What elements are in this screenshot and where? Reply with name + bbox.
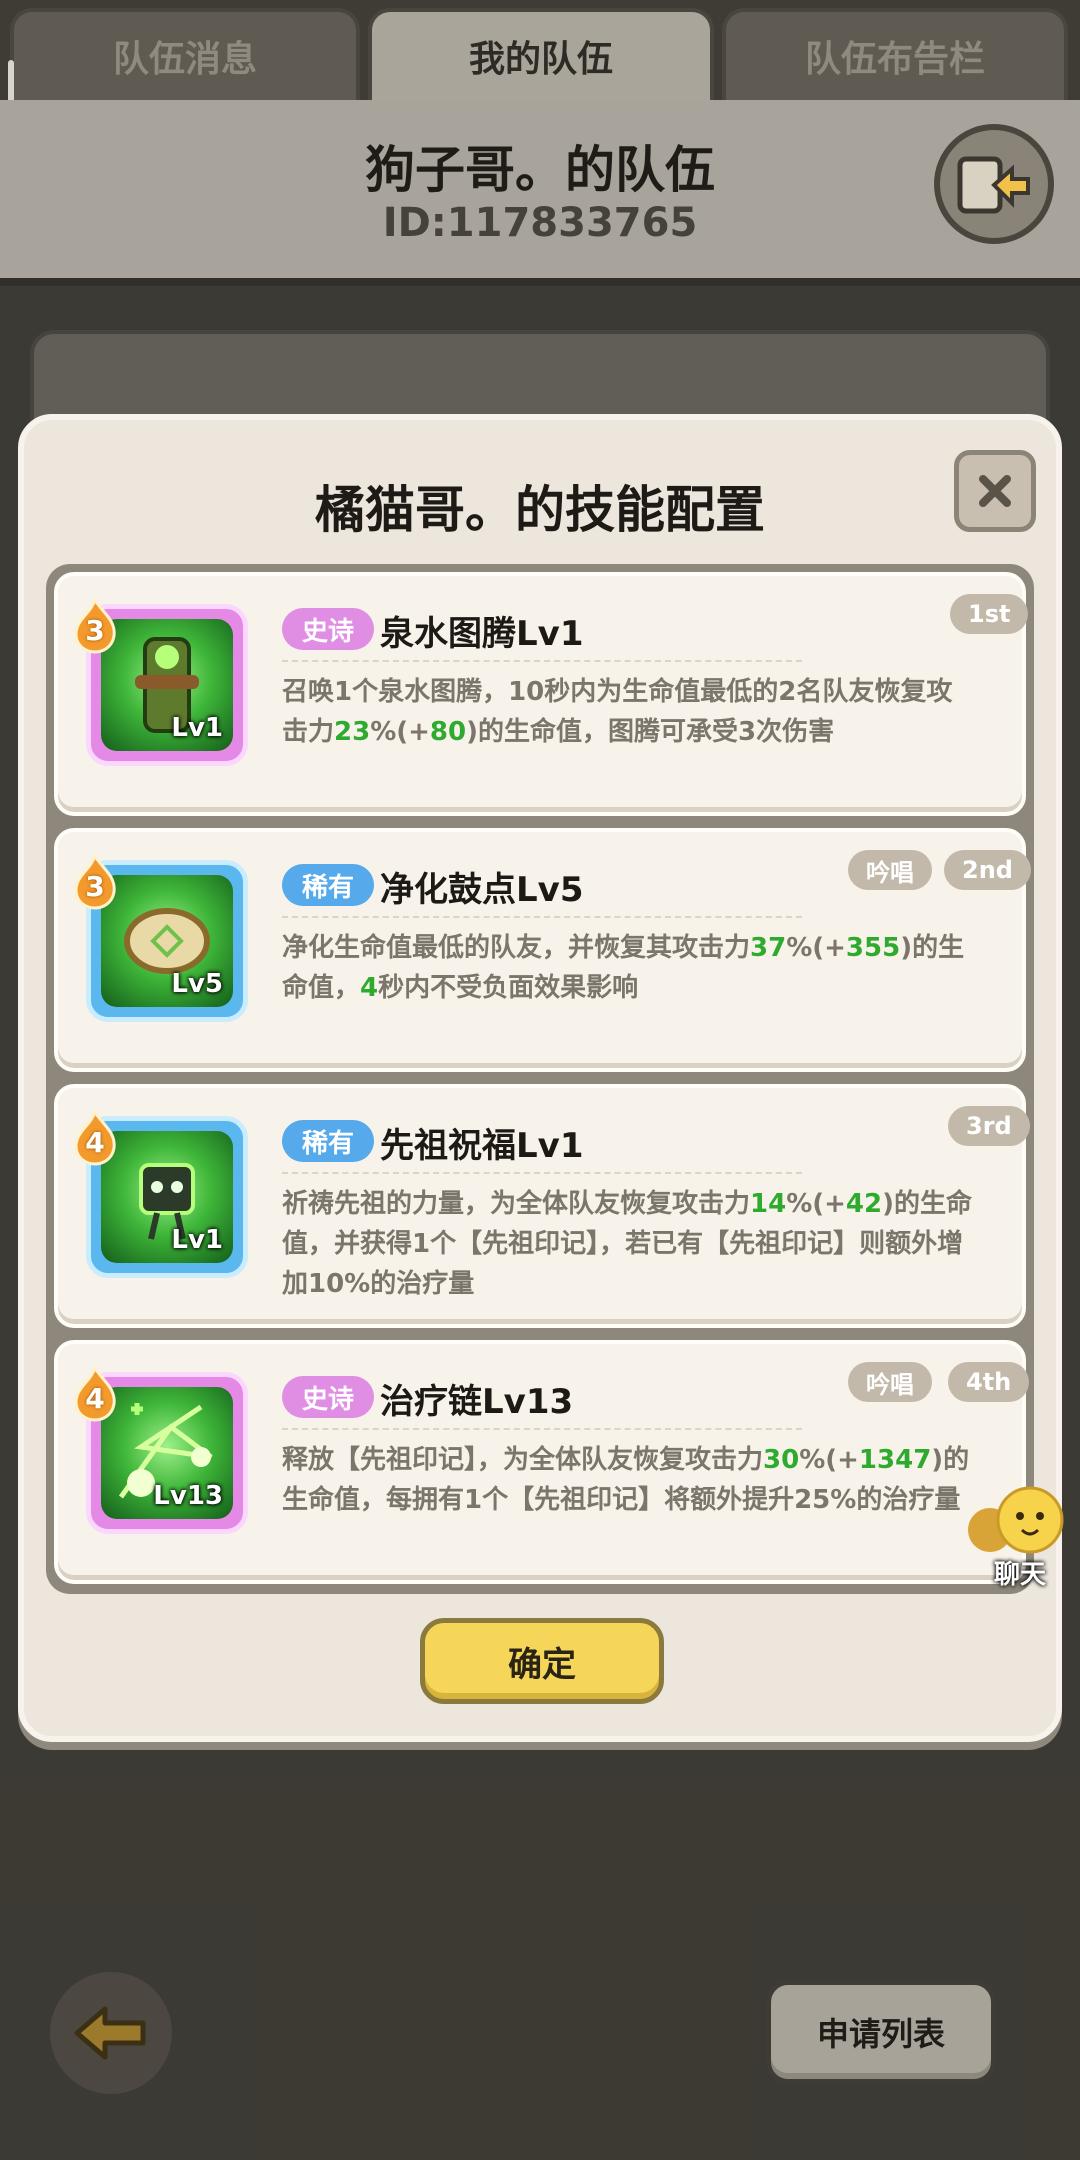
modal-title: 橘猫哥。的技能配置 <box>315 481 765 539</box>
chat-mascot-icon <box>968 1486 1064 1554</box>
flame-count: 3 <box>85 614 105 647</box>
skill-level-label: Lv1 <box>171 1225 223 1255</box>
divider <box>282 660 802 662</box>
tab-team-messages[interactable]: 队伍消息 <box>10 8 360 100</box>
rarity-badge: 史诗 <box>282 1376 375 1418</box>
skill-name: 泉水图腾Lv1 <box>380 614 584 654</box>
exit-door-icon <box>957 156 1030 214</box>
top-tab-bar: 队伍消息 我的队伍 队伍布告栏 <box>0 0 1080 100</box>
back-button[interactable] <box>50 1972 172 2094</box>
chant-badge: 吟唱 <box>848 1362 932 1402</box>
skill-description: 释放【先祖印记】，为全体队友恢复攻击力30%(+1347)的生命值，每拥有1个【… <box>282 1445 970 1515</box>
exit-team-button[interactable] <box>934 124 1054 244</box>
chat-label: 聊天 <box>993 1560 1046 1590</box>
confirm-button[interactable]: 确定 <box>420 1618 664 1704</box>
divider <box>282 1428 802 1430</box>
flame-count: 4 <box>85 1126 105 1159</box>
drum-icon: Lv5 <box>101 875 233 1007</box>
skill-card[interactable]: Lv13 4 史诗 治疗链Lv13 吟唱 4th 释放【先祖印记】，为全体队友恢… <box>54 1340 1030 1584</box>
rarity-badge: 史诗 <box>282 608 375 650</box>
skill-description: 祈祷先祖的力量，为全体队友恢复攻击力14%(+42)的生命值，并获得1个【先祖印… <box>282 1189 972 1299</box>
flame-count-badge: 4 <box>72 1110 118 1166</box>
ancestor-spirit-icon: Lv1 <box>101 1131 233 1263</box>
skill-card[interactable]: Lv1 4 稀有 先祖祝福Lv1 3rd 祈祷先祖的力量，为全体队友恢复攻击力1… <box>54 1084 1030 1328</box>
skill-card[interactable]: Lv5 3 稀有 净化鼓点Lv5 吟唱 2nd 净化生命值最低的队友，并恢复其攻… <box>54 828 1031 1072</box>
skill-description: 召唤1个泉水图腾，10秒内为生命值最低的2名队友恢复攻击力23%(+80)的生命… <box>282 677 953 747</box>
skill-level-label: Lv1 <box>171 713 223 743</box>
team-name: 狗子哥。的队伍 <box>365 141 715 199</box>
skill-list: Lv1 3 史诗 泉水图腾Lv1 1st 召唤1个泉水图腾，10秒内为生命值最低… <box>46 564 1034 1594</box>
totem-icon: Lv1 <box>101 619 233 751</box>
skill-config-modal: 橘猫哥。的技能配置 Lv1 3 史诗 泉水图腾Lv1 1st 召唤1个泉水图腾，… <box>18 414 1062 1742</box>
order-badge: 3rd <box>948 1106 1030 1146</box>
flame-count-badge: 3 <box>72 598 118 654</box>
team-header: 狗子哥。的队伍 ID:117833765 <box>0 100 1080 286</box>
skill-name: 治疗链Lv13 <box>380 1382 574 1422</box>
order-badge: 2nd <box>944 850 1031 890</box>
chant-badge: 吟唱 <box>848 850 932 890</box>
rarity-badge: 稀有 <box>282 864 375 906</box>
chat-button[interactable]: 聊天 <box>968 1486 1080 1590</box>
healing-chain-icon: Lv13 <box>101 1387 233 1519</box>
skill-card[interactable]: Lv1 3 史诗 泉水图腾Lv1 1st 召唤1个泉水图腾，10秒内为生命值最低… <box>54 572 1029 816</box>
skill-name: 先祖祝福Lv1 <box>380 1126 584 1166</box>
flame-count-badge: 4 <box>72 1366 118 1422</box>
tab-team-board[interactable]: 队伍布告栏 <box>722 8 1068 100</box>
rarity-badge: 稀有 <box>282 1120 375 1162</box>
tab-my-team[interactable]: 我的队伍 <box>368 8 714 100</box>
skill-level-label: Lv5 <box>171 969 223 999</box>
team-id: ID:117833765 <box>382 200 698 246</box>
skill-description: 净化生命值最低的队友，并恢复其攻击力37%(+355)的生命值，4秒内不受负面效… <box>282 933 965 1003</box>
order-badge: 4th <box>948 1362 1030 1402</box>
back-arrow-icon <box>74 2006 146 2060</box>
flame-count-badge: 3 <box>72 854 118 910</box>
skill-name: 净化鼓点Lv5 <box>380 870 584 910</box>
apply-list-button[interactable]: 申请列表 <box>766 1980 996 2084</box>
divider <box>282 1172 802 1174</box>
close-button[interactable] <box>954 450 1036 532</box>
skill-level-label: Lv13 <box>153 1481 223 1511</box>
flame-count: 3 <box>85 870 105 903</box>
close-icon <box>979 475 1011 507</box>
divider <box>282 916 802 918</box>
flame-count: 4 <box>85 1382 105 1415</box>
order-badge: 1st <box>950 594 1029 634</box>
